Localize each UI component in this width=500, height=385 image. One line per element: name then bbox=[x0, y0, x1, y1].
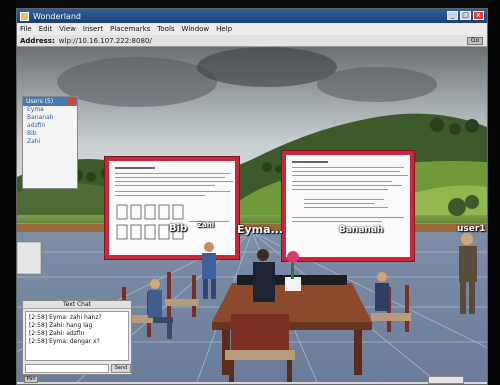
avatar-label-bananah: Bananah bbox=[339, 225, 384, 235]
window-title: Wonderland bbox=[33, 11, 81, 21]
avatar-bananah bbox=[375, 272, 389, 311]
close-button[interactable]: x bbox=[473, 11, 484, 20]
maximize-button[interactable]: □ bbox=[460, 11, 471, 20]
menu-view[interactable]: View bbox=[59, 25, 76, 33]
address-label: Address: bbox=[20, 36, 55, 45]
menu-window[interactable]: Window bbox=[182, 25, 210, 33]
address-input[interactable]: wlp://10.16.107.222:8080/ bbox=[59, 37, 152, 45]
menu-insert[interactable]: Insert bbox=[83, 25, 103, 33]
menu-help[interactable]: Help bbox=[216, 25, 232, 33]
chat-message: [2:58] Zahi: adzfin bbox=[29, 330, 85, 337]
user-list-title-text: Users (5) bbox=[26, 98, 54, 105]
pan-button[interactable]: Pan bbox=[24, 376, 38, 383]
menu-bar: File Edit View Insert Placemarks Tools W… bbox=[17, 23, 487, 35]
avatar-label-eyma: Eyma... bbox=[237, 223, 284, 236]
avatar-label-user1: user1 bbox=[457, 224, 486, 234]
close-icon[interactable] bbox=[68, 98, 75, 105]
chat-message: [2:58] Zahi: hang lag bbox=[29, 322, 93, 329]
avatar-label-zahi: Zahi bbox=[197, 221, 215, 229]
minimize-button[interactable]: _ bbox=[447, 11, 458, 20]
text-chat-panel: Text Chat [2:58] Eyma: zahi hanz? [2:58]… bbox=[22, 300, 132, 375]
status-indicator bbox=[428, 376, 464, 384]
window-controls: _ □ x bbox=[447, 11, 484, 20]
user-list-title[interactable]: Users (5) bbox=[23, 97, 77, 106]
user-list-item[interactable]: Bananah bbox=[23, 114, 77, 122]
letterbox-left bbox=[0, 0, 16, 385]
user-list-item[interactable]: Bib bbox=[23, 130, 77, 138]
menu-tools[interactable]: Tools bbox=[157, 25, 174, 33]
title-bar[interactable]: Wonderland _ □ x bbox=[17, 9, 487, 23]
avatar-eyma bbox=[253, 249, 275, 302]
avatar-label-bib: Bib bbox=[169, 223, 188, 234]
user-list-panel[interactable]: Users (5) Eyma Bananah adzfin Bib Zahi bbox=[22, 96, 78, 189]
user-list-item[interactable]: Eyma bbox=[23, 106, 77, 114]
menu-placemarks[interactable]: Placemarks bbox=[110, 25, 150, 33]
chat-log[interactable]: [2:58] Eyma: zahi hanz? [2:58] Zahi: han… bbox=[25, 311, 129, 361]
avatar-zahi bbox=[202, 242, 216, 299]
avatar-user1 bbox=[459, 233, 477, 314]
send-button[interactable]: Send bbox=[111, 364, 131, 373]
menu-edit[interactable]: Edit bbox=[39, 25, 53, 33]
go-button[interactable]: Go bbox=[467, 37, 483, 45]
app-icon bbox=[20, 11, 29, 21]
chat-title[interactable]: Text Chat bbox=[23, 301, 131, 309]
app-root: Wonderland _ □ x File Edit View Insert P… bbox=[0, 0, 500, 385]
letterbox-right bbox=[488, 0, 500, 385]
chat-message: [2:58] Eyma: dengar x? bbox=[29, 338, 100, 345]
chat-message: [2:58] Eyma: zahi hanz? bbox=[29, 314, 102, 321]
user-list-item[interactable]: Zahi bbox=[23, 138, 77, 146]
address-bar: Address: wlp://10.16.107.222:8080/ Go bbox=[17, 35, 487, 47]
menu-file[interactable]: File bbox=[20, 25, 32, 33]
user-list-item[interactable]: adzfin bbox=[23, 122, 77, 130]
chat-input[interactable] bbox=[25, 364, 109, 373]
